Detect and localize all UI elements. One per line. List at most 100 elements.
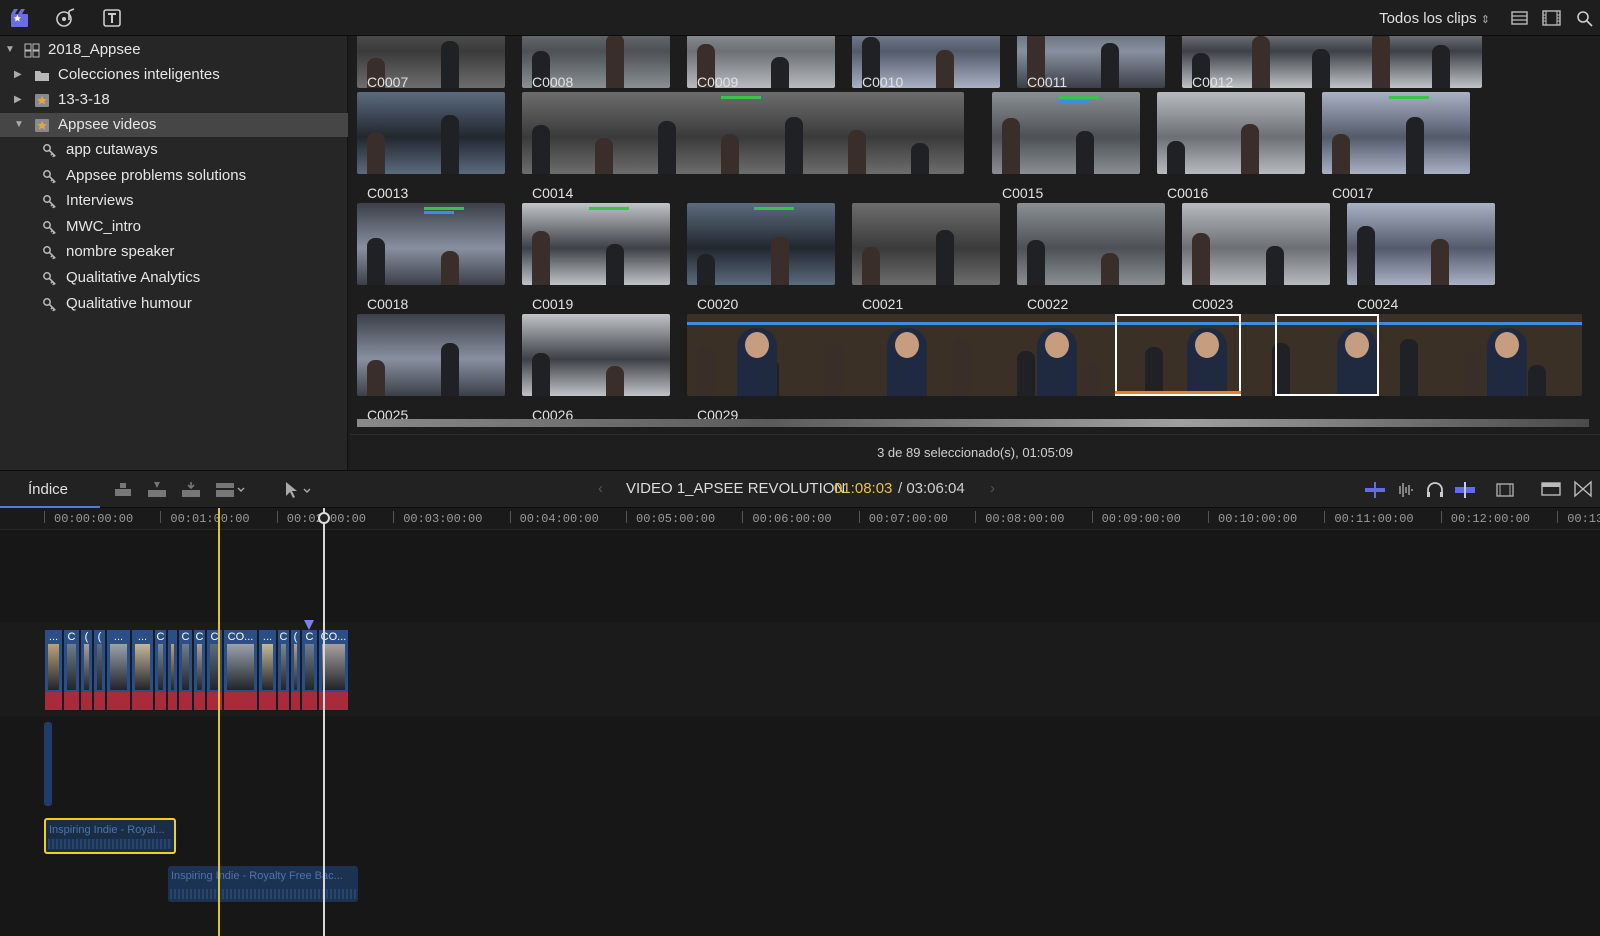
storyline-clip[interactable]: ... xyxy=(45,630,63,710)
disclosure-open-icon[interactable]: ▼ xyxy=(5,38,15,62)
clip-thumbnail[interactable] xyxy=(687,314,1582,396)
libraries-icon[interactable] xyxy=(8,7,32,29)
keyword-collection-app-cutaways[interactable]: app cutaways xyxy=(0,138,348,162)
clip-thumbnail[interactable] xyxy=(522,314,670,396)
selection-status-text: 3 de 89 seleccionado(s), 01:05:09 xyxy=(877,445,1073,460)
playhead[interactable] xyxy=(218,508,220,936)
storyline-clip[interactable]: ... xyxy=(107,630,131,710)
connected-clip-strip[interactable] xyxy=(44,722,52,806)
storyline-clip-audio xyxy=(259,692,276,710)
connect-clip-icon[interactable] xyxy=(112,480,134,505)
skimming-icon[interactable] xyxy=(1364,481,1386,504)
clip-thumbnail[interactable] xyxy=(687,203,835,285)
storyline-clip[interactable]: CO... xyxy=(224,630,258,710)
index-tab[interactable]: Índice xyxy=(28,481,68,498)
clip-thumbnail[interactable] xyxy=(357,203,505,285)
library-root[interactable]: ▼ 2018_Appsee xyxy=(0,38,348,62)
forward-arrow-icon[interactable]: › xyxy=(990,480,995,497)
storyline-clip[interactable]: C xyxy=(64,630,80,710)
browser-next-row-strip[interactable] xyxy=(357,419,1589,427)
clip-thumbnail[interactable] xyxy=(357,92,505,174)
storyline-clip-label: ... xyxy=(48,631,59,643)
transitions-browser-icon[interactable] xyxy=(1572,480,1594,503)
clip-thumbnail[interactable] xyxy=(852,203,1000,285)
storyline-clip[interactable]: ... xyxy=(132,630,154,710)
headphones-icon[interactable] xyxy=(1424,481,1446,504)
selection-range[interactable] xyxy=(1275,314,1379,396)
keyword-collection-qualitative-analytics[interactable]: Qualitative Analytics xyxy=(0,266,348,290)
disclosure-open-icon[interactable]: ▼ xyxy=(14,113,24,137)
disclosure-closed-icon[interactable]: ▶ xyxy=(14,63,22,87)
clip-thumbnail[interactable] xyxy=(1157,92,1305,174)
keyword-collection-interviews[interactable]: Interviews xyxy=(0,189,348,213)
storyline-clip-audio xyxy=(168,692,177,710)
clip-label: C0007 xyxy=(367,74,409,90)
skimmer-line[interactable] xyxy=(323,508,325,936)
back-arrow-icon[interactable]: ‹ xyxy=(598,480,603,497)
timeline-toolbar: Índice ‹ VIDEO 1_APSEE REVOLUTION 01:08:… xyxy=(0,470,1600,508)
music-clip-selected[interactable]: Inspiring Indie - Royal... xyxy=(44,818,176,854)
overwrite-clip-icon[interactable] xyxy=(214,480,250,505)
storyline-clip[interactable]: C xyxy=(194,630,206,710)
sidebar-item-label: Colecciones inteligentes xyxy=(58,66,220,83)
storyline-clip[interactable]: C xyxy=(207,630,223,710)
photos-audio-icon[interactable] xyxy=(54,7,78,29)
storyline-clip[interactable]: C xyxy=(179,630,193,710)
keyword-label: MWC_intro xyxy=(66,217,142,235)
snapping-icon[interactable] xyxy=(1454,481,1476,504)
keyword-collection-qualitative-humour[interactable]: Qualitative humour xyxy=(0,292,348,316)
keyword-collection-appsee-problems-solutions[interactable]: Appsee problems solutions xyxy=(0,164,348,188)
storyline-clip[interactable]: ... xyxy=(259,630,277,710)
clip-appearance-icon[interactable] xyxy=(1494,481,1516,504)
append-clip-icon[interactable] xyxy=(180,480,202,505)
storyline-clip[interactable]: ( xyxy=(94,630,106,710)
clip-thumbnail[interactable] xyxy=(1017,203,1165,285)
disclosure-closed-icon[interactable]: ▶ xyxy=(14,88,22,112)
clip-thumbnail[interactable] xyxy=(1347,203,1495,285)
sidebar-item-smart-collections[interactable]: ▶ Colecciones inteligentes xyxy=(0,63,348,87)
storyline-clip[interactable]: C xyxy=(302,630,318,710)
clip-thumbnail[interactable] xyxy=(1182,203,1330,285)
ruler-timecode: 00:01:00:00 xyxy=(170,512,250,526)
keyword-collection-nombre-speaker[interactable]: nombre speaker xyxy=(0,240,348,264)
clip-filter-select[interactable]: Todos los clips ⇕ xyxy=(1379,10,1490,27)
inspector-toggle-icon[interactable] xyxy=(1540,480,1562,503)
keyword-collection-mwc-intro[interactable]: MWC_intro xyxy=(0,215,348,239)
storyline-clip[interactable]: ( xyxy=(81,630,93,710)
ruler-timecode: 00:13 xyxy=(1567,512,1600,526)
search-icon[interactable] xyxy=(1574,7,1598,29)
timeline-ruler[interactable]: 00:00:00:0000:01:00:0000:02:00:0000:03:0… xyxy=(0,508,1600,530)
storyline-clip[interactable]: C xyxy=(155,630,167,710)
audio-skimming-icon[interactable] xyxy=(1394,481,1416,504)
music-clip[interactable]: Inspiring Indie - Royalty Free Bac... xyxy=(168,866,358,902)
sidebar-item-appsee-videos[interactable]: ▼ Appsee videos xyxy=(0,113,348,137)
clip-thumbnail[interactable] xyxy=(1322,92,1470,174)
audio-waveform xyxy=(170,889,356,899)
storyline-clip-audio xyxy=(179,692,192,710)
storyline-clip-thumb xyxy=(135,644,150,690)
ruler-tick xyxy=(276,511,278,523)
updown-chevron-icon: ⇕ xyxy=(1480,14,1490,26)
project-name: VIDEO 1_APSEE REVOLUTION xyxy=(626,480,846,497)
clip-thumbnail[interactable] xyxy=(357,314,505,396)
clip-thumbnail[interactable] xyxy=(522,92,964,174)
storyline-clip[interactable]: C xyxy=(278,630,290,710)
storyline-clip-label: C xyxy=(156,631,165,643)
clip-thumbnail[interactable] xyxy=(992,92,1140,174)
filmstrip-view-icon[interactable] xyxy=(1540,7,1564,29)
insert-clip-icon[interactable] xyxy=(146,480,168,505)
ruler-timecode: 00:04:00:00 xyxy=(519,512,599,526)
select-tool-icon[interactable] xyxy=(282,480,316,505)
storyline-clip-audio xyxy=(107,692,130,710)
list-view-icon[interactable] xyxy=(1508,7,1532,29)
selection-range[interactable] xyxy=(1115,314,1241,396)
clip-label: C0024 xyxy=(1357,296,1399,312)
titles-generators-icon[interactable] xyxy=(100,7,124,29)
storyline-clip-thumb xyxy=(294,644,297,690)
storyline-clip[interactable] xyxy=(168,630,178,710)
sidebar-item-13-3-18[interactable]: ▶ 13-3-18 xyxy=(0,88,348,112)
storyline-clip[interactable]: ( xyxy=(291,630,301,710)
clip-thumbnail[interactable] xyxy=(522,203,670,285)
skimmer-head[interactable] xyxy=(318,512,330,524)
ruler-tick xyxy=(1440,511,1442,523)
